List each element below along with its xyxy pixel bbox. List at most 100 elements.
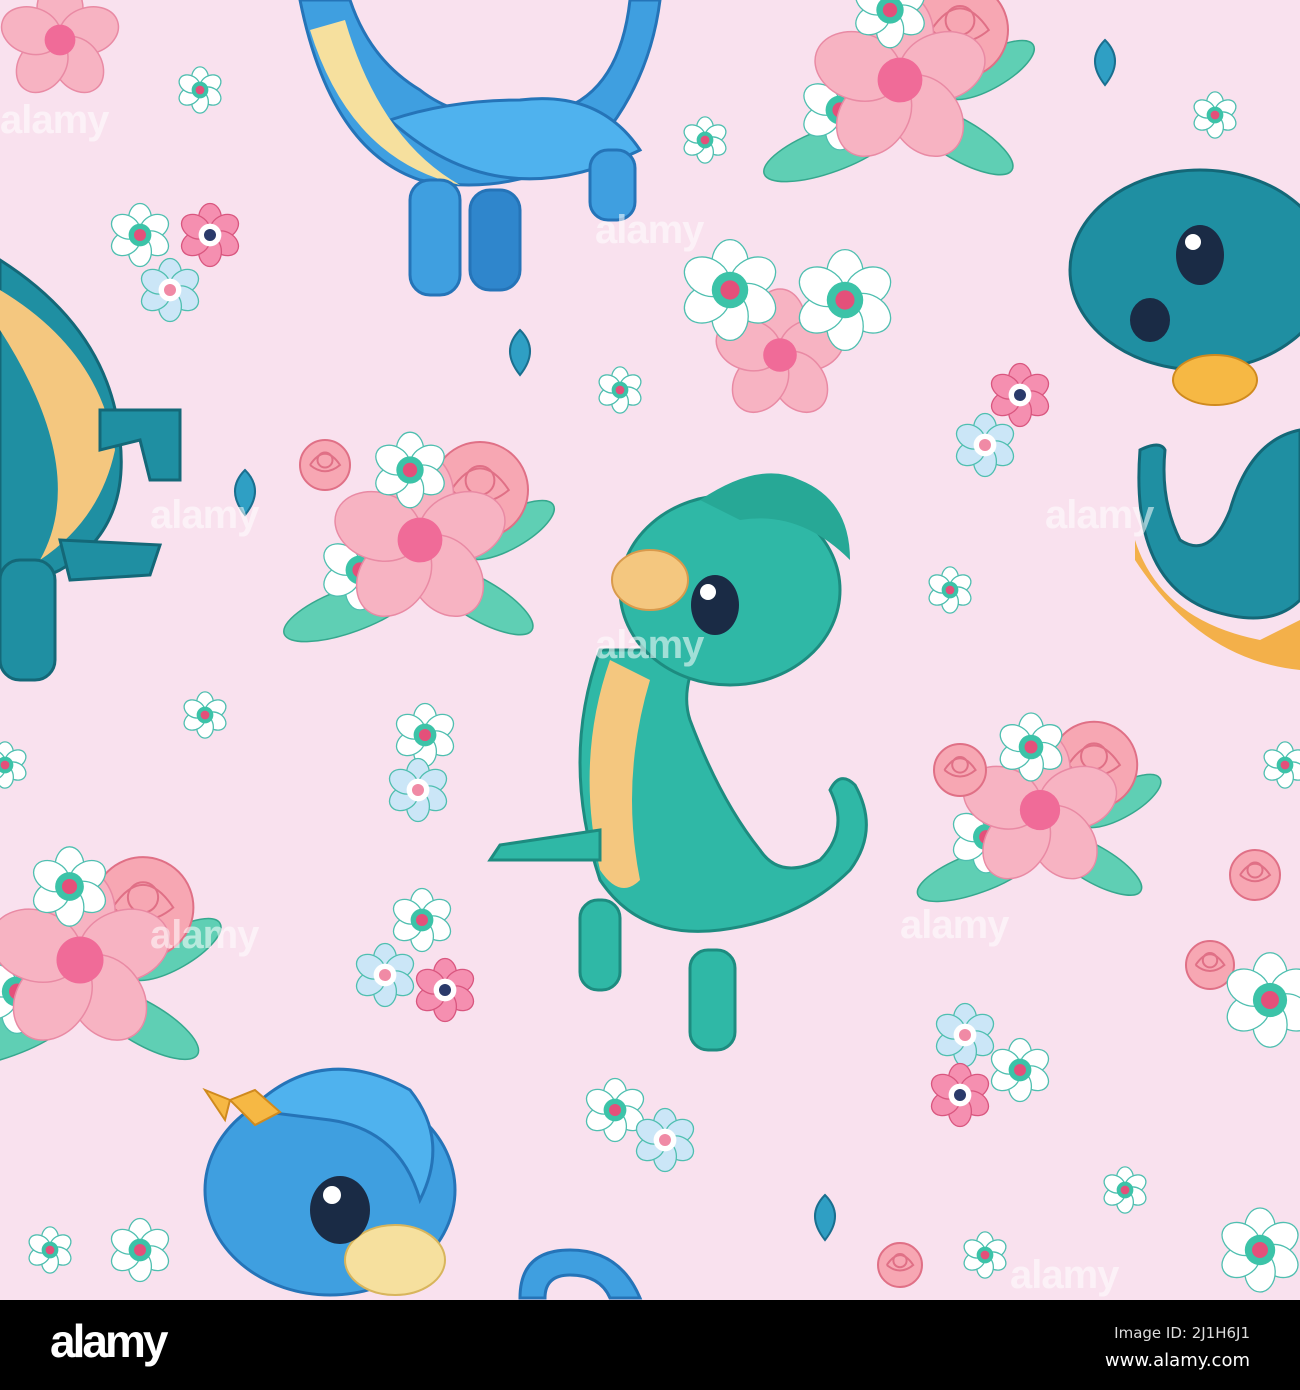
blue-dinosaur-bottom <box>202 1067 643 1300</box>
small-flower <box>28 1226 72 1274</box>
flower-center <box>164 284 176 296</box>
dino-leg <box>0 558 57 682</box>
flower-center <box>134 229 146 241</box>
flower-center <box>195 85 205 95</box>
rose <box>299 439 351 491</box>
dino-leg <box>468 188 522 292</box>
dino-snout <box>1172 354 1258 406</box>
flower-center <box>720 280 740 300</box>
flower-center <box>700 135 710 145</box>
small-flower <box>180 202 240 268</box>
small-flower <box>110 202 170 268</box>
flower-center <box>1210 110 1220 120</box>
small-flower <box>930 1062 990 1128</box>
flower-center <box>945 585 955 595</box>
small-flower <box>183 691 227 739</box>
small-flower <box>990 362 1050 428</box>
teal-dinosaur-left <box>0 258 182 682</box>
flower-center <box>959 1029 971 1041</box>
watermark: alamy <box>1010 1253 1119 1297</box>
flower-bud <box>509 328 531 377</box>
flower-center <box>659 1134 671 1146</box>
flower-center <box>835 290 855 310</box>
dino-leg <box>578 898 622 992</box>
rose-outer <box>1229 849 1281 901</box>
small-flower <box>0 741 27 789</box>
flower-center <box>45 1245 55 1255</box>
small-flower <box>1193 91 1237 139</box>
rose <box>877 1242 923 1288</box>
small-flower <box>110 1217 170 1283</box>
small-flower <box>395 702 455 768</box>
dino-eye <box>1176 225 1224 285</box>
flower-center <box>200 710 210 720</box>
small-flower <box>140 257 200 323</box>
flower-center <box>56 936 104 984</box>
rose-outer <box>933 743 987 797</box>
flower-center <box>419 729 431 741</box>
flower-center <box>0 760 10 770</box>
flower-center <box>954 1089 966 1101</box>
flower-center <box>609 1104 621 1116</box>
dino-eye <box>310 1176 370 1244</box>
website-link[interactable]: www.alamy.com <box>1105 1350 1250 1372</box>
rose-outer <box>299 439 351 491</box>
flower-center <box>379 969 391 981</box>
small-flower <box>388 757 448 823</box>
flower-bud <box>814 1193 836 1242</box>
dino-snout <box>611 549 689 611</box>
flower-center <box>397 517 443 563</box>
small-flower <box>178 66 222 114</box>
flower-center <box>44 24 76 56</box>
rose <box>933 743 987 797</box>
flower-center <box>1261 991 1279 1009</box>
small-flower <box>683 116 727 164</box>
large-flower <box>0 0 120 94</box>
flower-center <box>134 1244 146 1256</box>
dino-snout <box>344 1224 446 1296</box>
flower-center <box>61 878 78 895</box>
dino-arm <box>487 828 602 862</box>
watermark: alamy <box>150 913 259 957</box>
dino-leg <box>688 948 737 1052</box>
watermark: alamy <box>595 623 704 667</box>
flower-center <box>1024 740 1038 754</box>
flower-center <box>877 57 923 103</box>
small-flower <box>355 942 415 1008</box>
flower-center <box>979 439 991 451</box>
rose-outer <box>877 1242 923 1288</box>
dino-leg <box>58 538 163 582</box>
footer-bar: alamy Image ID: 2J1H6J1 www.alamy.com <box>0 1300 1300 1390</box>
flower-center <box>1019 789 1061 831</box>
dino-tail <box>518 1248 643 1300</box>
small-flower <box>1263 741 1300 789</box>
flower-center <box>402 462 418 478</box>
small-flower <box>1221 1207 1299 1293</box>
pattern-illustration: alamy alamy alamy alamy alamy alamy alam… <box>0 0 1300 1300</box>
dino-leg <box>408 178 462 297</box>
eye-highlight <box>700 584 716 600</box>
flower-center <box>615 385 625 395</box>
rose <box>1229 849 1281 901</box>
flower-center <box>412 784 424 796</box>
flower-center <box>980 1250 990 1260</box>
small-flower <box>935 1002 995 1068</box>
watermark: alamy <box>1045 493 1154 537</box>
small-flower <box>1103 1166 1147 1214</box>
flower-center <box>882 2 898 18</box>
alamy-logo[interactable]: alamy <box>50 1316 168 1367</box>
watermark: alamy <box>900 903 1009 947</box>
flower-center <box>439 984 451 996</box>
dino-eye <box>1130 298 1170 342</box>
flower-center <box>1252 1242 1268 1258</box>
flower-center <box>1014 389 1026 401</box>
teal-dinosaur-center <box>487 473 868 1052</box>
dino-tail <box>1137 428 1300 620</box>
flower-center <box>1280 760 1290 770</box>
watermark: alamy <box>0 98 109 142</box>
small-flower <box>955 412 1015 478</box>
flower-bud <box>1094 38 1116 87</box>
flower-center <box>1014 1064 1026 1076</box>
small-flower <box>392 887 452 953</box>
small-flower <box>415 957 475 1023</box>
